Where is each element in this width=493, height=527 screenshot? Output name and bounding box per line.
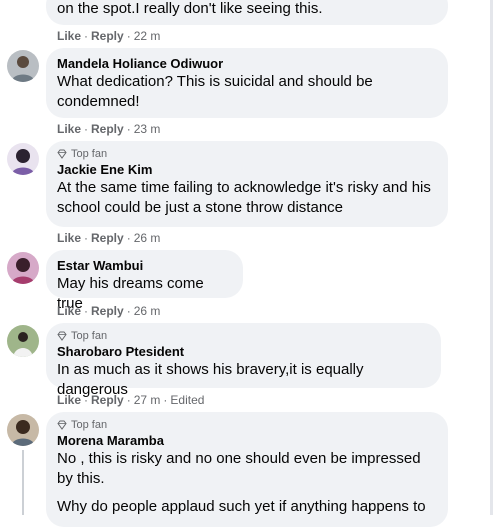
commenter-name[interactable]: Mandela Holiance Odiwuor [57, 55, 437, 72]
like-button[interactable]: Like [57, 230, 81, 246]
separator: · [126, 393, 131, 407]
avatar[interactable] [7, 50, 39, 82]
top-fan-label: Top fan [71, 330, 108, 342]
reply-thread-line [22, 450, 24, 515]
comment-bubble: Top fan Sharobaro Ptesident In as much a… [46, 323, 441, 398]
timestamp[interactable]: 22 m [134, 28, 161, 44]
like-button[interactable]: Like [57, 121, 81, 137]
timestamp[interactable]: 23 m [134, 121, 161, 137]
comment-text: on the spot.I really don't like seeing t… [57, 0, 323, 17]
diamond-icon [57, 149, 67, 159]
comment-bubble: on the spot.I really don't like seeing t… [46, 0, 448, 25]
commenter-name[interactable]: Sharobaro Ptesident [57, 343, 430, 360]
comment-actions: Like · Reply · 23 m [57, 121, 160, 137]
like-button[interactable]: Like [57, 28, 81, 44]
comment-text: What dedication? This is suicidal and sh… [57, 73, 373, 110]
reply-button[interactable]: Reply [91, 28, 124, 44]
comment-text: No , this is risky and no one should eve… [57, 450, 421, 487]
comment-text-continued: Why do people applaud such yet if anythi… [57, 498, 426, 515]
comment-bubble: Estar Wambui May his dreams come true [46, 250, 243, 312]
top-fan-label: Top fan [71, 419, 108, 431]
top-fan-badge: Top fan [57, 418, 437, 432]
reply-button[interactable]: Reply [91, 392, 124, 408]
reply-button[interactable]: Reply [91, 230, 124, 246]
comment-actions: Like · Reply · 26 m [57, 230, 160, 246]
like-button[interactable]: Like [57, 392, 81, 408]
timestamp[interactable]: 26 m [134, 230, 161, 246]
comment-bubble: Top fan Morena Maramba No , this is risk… [46, 412, 448, 527]
top-fan-label: Top fan [71, 148, 108, 160]
timestamp[interactable]: 26 m [134, 303, 161, 319]
separator: · [84, 122, 89, 136]
avatar[interactable] [7, 143, 39, 175]
separator: · [84, 304, 89, 318]
top-fan-badge: Top fan [57, 329, 430, 343]
timestamp[interactable]: 27 m [134, 392, 161, 408]
like-button[interactable]: Like [57, 303, 81, 319]
avatar[interactable] [7, 252, 39, 284]
avatar[interactable] [7, 325, 39, 357]
comment-bubble: Mandela Holiance Odiwuor What dedication… [46, 48, 448, 118]
commenter-name[interactable]: Morena Maramba [57, 432, 437, 449]
separator: · [126, 122, 131, 136]
reply-button[interactable]: Reply [91, 121, 124, 137]
edited-label[interactable]: Edited [170, 392, 204, 408]
separator: · [126, 29, 131, 43]
comment-text: At the same time failing to acknowledge … [57, 179, 431, 216]
reply-button[interactable]: Reply [91, 303, 124, 319]
comment-actions: Like · Reply · 22 m [57, 28, 160, 44]
commenter-name[interactable]: Estar Wambui [57, 257, 232, 274]
avatar[interactable] [7, 414, 39, 446]
diamond-icon [57, 331, 67, 341]
separator: · [84, 393, 89, 407]
separator: · [126, 304, 131, 318]
comment-actions: Like · Reply · 26 m [57, 303, 160, 319]
comment-bubble: Top fan Jackie Ene Kim At the same time … [46, 141, 448, 227]
top-fan-badge: Top fan [57, 147, 437, 161]
comment-actions: Like · Reply · 27 m · Edited [57, 392, 204, 408]
separator: · [126, 231, 131, 245]
separator: · [84, 29, 89, 43]
separator: · [163, 393, 168, 407]
diamond-icon [57, 420, 67, 430]
separator: · [84, 231, 89, 245]
commenter-name[interactable]: Jackie Ene Kim [57, 161, 437, 178]
